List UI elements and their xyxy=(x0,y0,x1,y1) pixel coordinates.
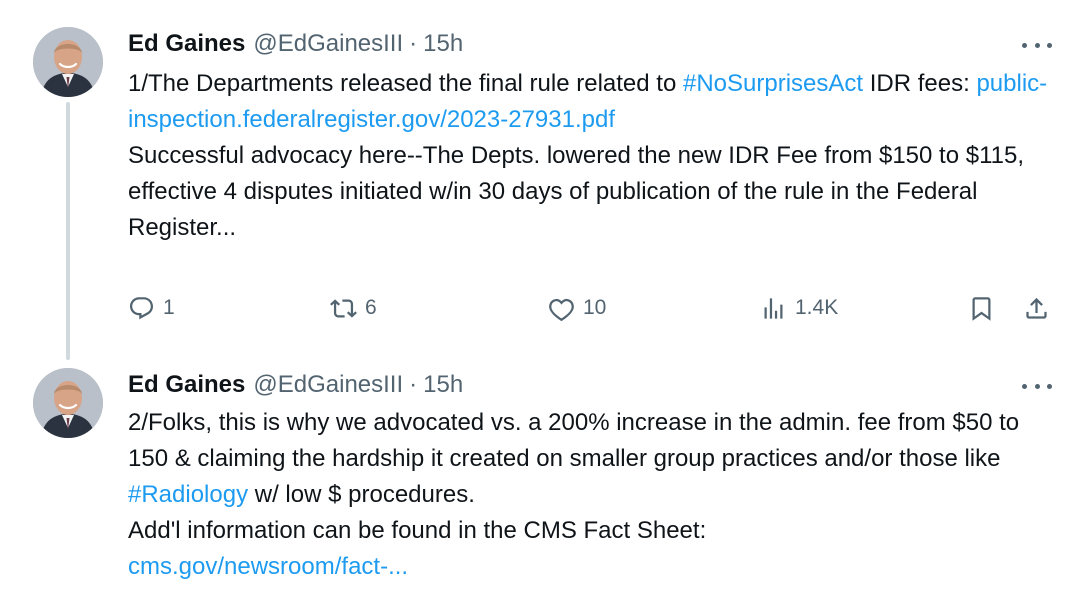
separator-dot: · xyxy=(409,371,418,398)
bookmark-button[interactable] xyxy=(968,288,995,328)
author-avatar[interactable] xyxy=(33,368,103,438)
share-button[interactable] xyxy=(1023,288,1050,328)
tweet-actions: 1 6 10 1.4K xyxy=(128,288,1063,328)
author-handle[interactable]: @EdGainesIII xyxy=(253,30,403,58)
timestamp[interactable]: 15h xyxy=(423,30,463,58)
like-count: 10 xyxy=(583,296,607,319)
author-name[interactable]: Ed Gaines xyxy=(128,371,245,399)
avatar-photo xyxy=(33,27,103,97)
views-button[interactable]: 1.4K xyxy=(760,288,838,328)
tweet-2[interactable]: Ed Gaines @EdGainesIII · 15h 2/Folks, th… xyxy=(0,360,1092,612)
tweet-text: 1/The Departments released the final rul… xyxy=(128,66,1063,246)
repost-button[interactable]: 6 xyxy=(330,288,377,328)
reply-button[interactable]: 1 xyxy=(128,288,175,328)
reply-count: 1 xyxy=(163,296,175,319)
tweet-text: 2/Folks, this is why we advocated vs. a … xyxy=(128,405,1063,585)
more-horizontal-icon[interactable] xyxy=(1022,376,1052,396)
timestamp[interactable]: 15h xyxy=(423,371,463,399)
repost-count: 6 xyxy=(365,296,377,319)
heart-icon xyxy=(549,298,574,321)
bookmark-icon xyxy=(972,296,991,321)
tweet-1[interactable]: Ed Gaines @EdGainesIII · 15h 1/The Depar… xyxy=(0,0,1092,360)
author-handle[interactable]: @EdGainesIII xyxy=(253,371,403,399)
url-link[interactable]: cms.gov/newsroom/fact-... xyxy=(128,553,408,580)
author-avatar[interactable] xyxy=(33,27,103,97)
tweet-text-part: 1/The Departments released the final rul… xyxy=(128,70,683,97)
thread-connector-line xyxy=(66,102,70,360)
avatar-photo xyxy=(33,368,103,438)
tweet-header: Ed Gaines @EdGainesIII · 15h xyxy=(128,27,463,61)
repost-icon xyxy=(330,298,357,318)
tweet-header: Ed Gaines @EdGainesIII · 15h xyxy=(128,368,463,402)
tweet-text-part: w/ low $ procedures. xyxy=(248,481,475,508)
views-bar-chart-icon xyxy=(764,297,783,319)
more-horizontal-icon[interactable] xyxy=(1022,35,1052,55)
tweet-text-part: Add'l information can be found in the CM… xyxy=(128,517,707,544)
hashtag-link[interactable]: #NoSurprisesAct xyxy=(683,70,863,97)
separator-dot: · xyxy=(409,30,418,57)
author-name[interactable]: Ed Gaines xyxy=(128,30,245,58)
hashtag-link[interactable]: #Radiology xyxy=(128,481,248,508)
tweet-text-part: IDR fees: xyxy=(863,70,977,97)
tweet-text-part: Successful advocacy here--The Depts. low… xyxy=(128,142,1025,241)
views-count: 1.4K xyxy=(795,296,839,319)
share-icon xyxy=(1026,297,1047,319)
like-button[interactable]: 10 xyxy=(548,288,606,328)
tweet-text-part: 2/Folks, this is why we advocated vs. a … xyxy=(128,409,1020,472)
reply-icon xyxy=(129,296,154,319)
